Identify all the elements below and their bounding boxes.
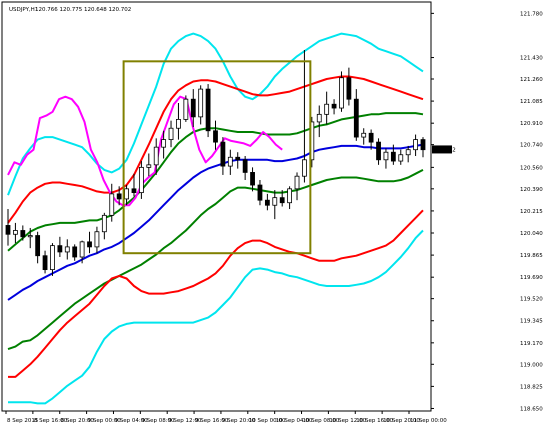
y-tick-label: 120.740 bbox=[520, 143, 543, 149]
candle-body-bullish bbox=[405, 149, 411, 156]
candle-body-bearish bbox=[331, 103, 337, 109]
candle-body-bullish bbox=[168, 127, 174, 140]
y-tick-label: 119.170 bbox=[520, 341, 543, 347]
candle-body-bearish bbox=[20, 230, 26, 238]
y-tick-label: 120.560 bbox=[520, 165, 543, 171]
candle-body-bearish bbox=[279, 197, 285, 204]
candle-body-bearish bbox=[72, 246, 78, 258]
candle-body-bearish bbox=[235, 156, 241, 161]
candle bbox=[183, 95, 189, 122]
candle-body-bearish bbox=[368, 132, 374, 143]
y-tick-label: 121.430 bbox=[520, 56, 543, 62]
candle-body-bearish bbox=[390, 151, 396, 162]
y-tick-label: 119.345 bbox=[520, 319, 543, 325]
candle-body-bullish bbox=[64, 246, 70, 253]
candle-body-bullish bbox=[124, 188, 129, 200]
candle-body-bullish bbox=[272, 197, 278, 206]
candle-body-bearish bbox=[57, 245, 63, 253]
y-tick-label: 119.520 bbox=[520, 297, 543, 303]
y-tick-label: 119.690 bbox=[520, 275, 543, 281]
candle-body-bearish bbox=[42, 255, 48, 271]
symbol-label: USDJPY,H1 bbox=[9, 7, 38, 13]
candle-body-bearish bbox=[220, 141, 226, 167]
candle-body-bearish bbox=[250, 172, 255, 186]
candle-body-bullish bbox=[138, 166, 144, 194]
y-tick-label: 120.215 bbox=[520, 209, 543, 215]
y-tick-label: 120.390 bbox=[520, 187, 543, 193]
candle-body-bullish bbox=[94, 231, 100, 248]
candle-body-bullish bbox=[146, 164, 152, 168]
candle-body-bearish bbox=[257, 184, 263, 201]
candle-body-bullish bbox=[227, 156, 233, 167]
y-tick-label: 118.825 bbox=[520, 384, 543, 390]
candle-body-bearish bbox=[190, 98, 196, 118]
candle-body-bearish bbox=[264, 199, 270, 206]
candle-body-bullish bbox=[27, 235, 33, 238]
candle-body-bullish bbox=[183, 98, 189, 120]
candle-body-bullish bbox=[302, 159, 307, 177]
candle-body-bullish bbox=[79, 241, 85, 258]
y-tick-label: 121.780 bbox=[520, 11, 543, 17]
candle-body-bullish bbox=[398, 154, 404, 162]
candle-body-bullish bbox=[13, 230, 18, 235]
chart-header: USDJPY,H1 120.766 120.775 120.648 120.70… bbox=[9, 7, 131, 13]
y-tick-label: 120.040 bbox=[520, 231, 543, 237]
candle-body-bullish bbox=[383, 151, 389, 161]
candle-body-bullish bbox=[413, 139, 418, 151]
candle-body-bullish bbox=[101, 214, 107, 233]
candle bbox=[205, 84, 211, 138]
ohlc-readout: 120.766 120.775 120.648 120.702 bbox=[35, 7, 131, 13]
y-tick-label: 121.085 bbox=[520, 99, 543, 105]
candle-body-bullish bbox=[339, 77, 344, 109]
candle bbox=[339, 71, 344, 112]
candle-body-bearish bbox=[131, 188, 137, 194]
candle-body-bullish bbox=[161, 139, 167, 148]
y-tick-label: 118.650 bbox=[520, 406, 543, 412]
candle-body-bullish bbox=[294, 175, 300, 190]
candle-body-bearish bbox=[205, 88, 211, 132]
candle-body-bearish bbox=[242, 159, 248, 173]
price-chart: USDJPY,H1 120.766 120.775 120.648 120.70… bbox=[0, 0, 549, 434]
candle-body-bullish bbox=[287, 188, 293, 204]
y-tick-label: 121.260 bbox=[520, 77, 543, 83]
candle-body-bearish bbox=[5, 225, 11, 235]
candle-body-bullish bbox=[324, 103, 330, 115]
candle-body-bearish bbox=[116, 193, 122, 200]
candle-body-bearish bbox=[213, 130, 218, 143]
candle-body-bearish bbox=[87, 241, 92, 248]
candle-body-bearish bbox=[376, 141, 381, 161]
candle-body-bearish bbox=[353, 98, 359, 138]
y-tick-label: 120.910 bbox=[520, 121, 543, 127]
x-tick-label: 11 Sep 00:00 bbox=[410, 418, 447, 424]
candle-body-bearish bbox=[35, 235, 41, 257]
candle-body-bearish bbox=[420, 139, 426, 151]
candle-body-bullish bbox=[176, 118, 181, 129]
candle-body-bullish bbox=[153, 146, 159, 166]
candle-body-bullish bbox=[361, 132, 367, 138]
candle-body-bullish bbox=[316, 113, 322, 123]
y-tick-label: 119.865 bbox=[520, 253, 543, 259]
candle-body-bullish bbox=[109, 193, 115, 216]
y-tick-label: 119.000 bbox=[520, 362, 543, 368]
candle-body-bullish bbox=[50, 245, 55, 271]
candle-body-bullish bbox=[198, 88, 204, 118]
candle-body-bearish bbox=[346, 77, 352, 100]
current-price-label: 120.702 bbox=[433, 147, 456, 153]
